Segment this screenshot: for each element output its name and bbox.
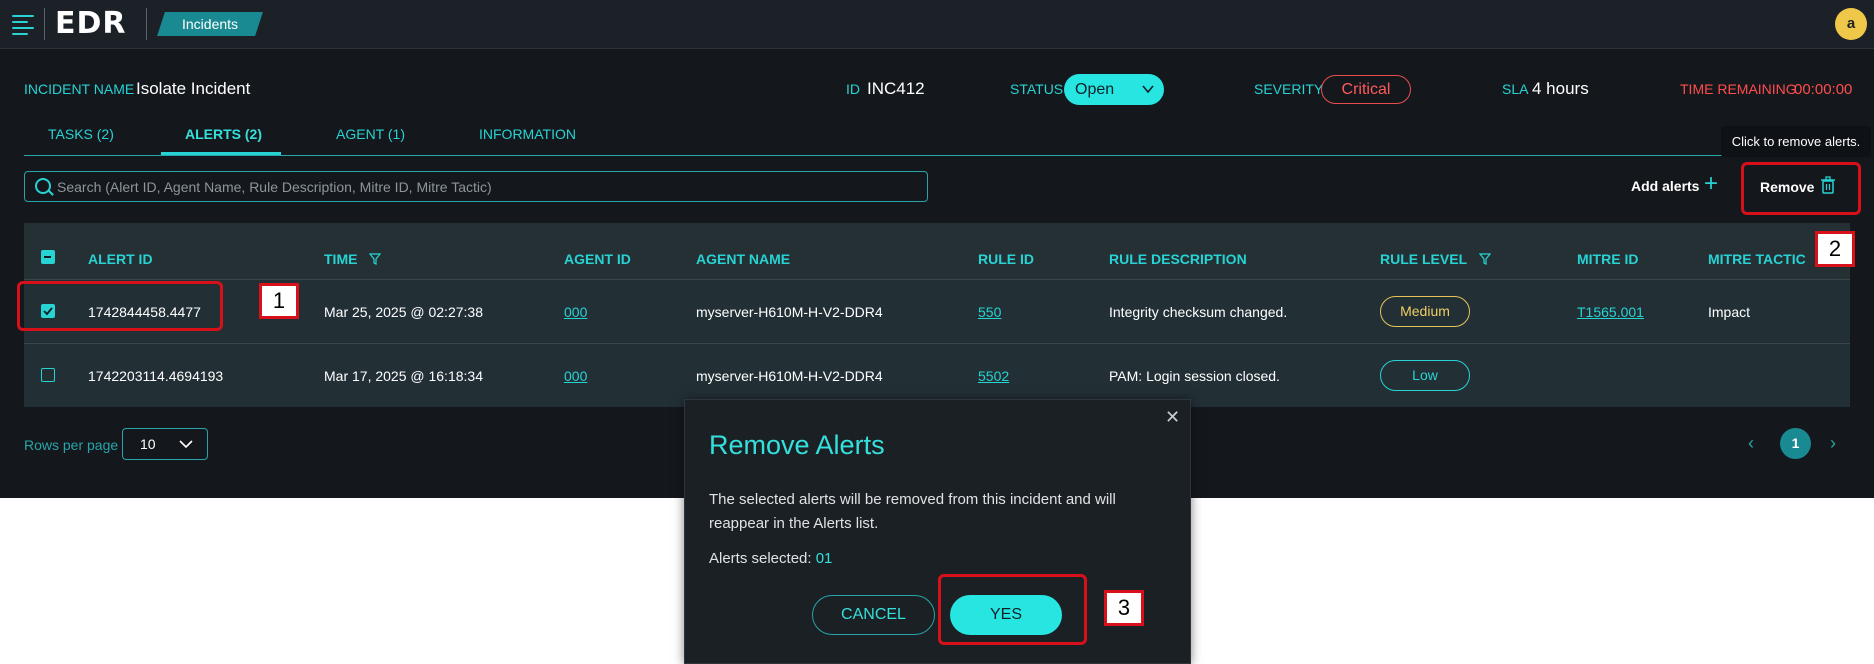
incident-name: Isolate Incident xyxy=(136,79,251,98)
agent-id-link[interactable]: 000 xyxy=(564,368,587,384)
alert-id: 1742203114.4694193 xyxy=(88,368,224,384)
logo-divider xyxy=(44,8,45,40)
status-label: STATUS xyxy=(1010,81,1064,97)
time-remaining-label: TIME REMAINING xyxy=(1680,81,1797,97)
header-time[interactable]: TIME xyxy=(324,251,382,267)
incident-id-label: ID xyxy=(846,81,860,97)
status-dropdown[interactable]: Open xyxy=(1064,74,1164,105)
table-row[interactable]: 1742203114.4694193 Mar 17, 2025 @ 16:18:… xyxy=(24,343,1850,407)
mitre-tactic: Impact xyxy=(1708,304,1751,320)
header-rule-level[interactable]: RULE LEVEL xyxy=(1380,251,1491,267)
tab-alerts[interactable]: ALERTS (2) xyxy=(185,126,262,142)
incident-id: INC412 xyxy=(867,79,925,98)
agent-name: myserver-H610M-H-V2-DDR4 xyxy=(696,368,883,384)
chevron-down-icon xyxy=(179,429,193,469)
top-bar: EDR Incidents a xyxy=(0,0,1874,49)
rows-per-page-label: Rows per page xyxy=(24,437,119,453)
header-agent-name: AGENT NAME xyxy=(696,251,791,267)
tab-tasks[interactable]: TASKS (2) xyxy=(48,126,114,142)
search-box xyxy=(24,171,928,202)
filter-icon[interactable] xyxy=(1478,253,1491,265)
severity-badge: Critical xyxy=(1321,75,1411,104)
search-icon xyxy=(35,178,51,194)
sla-value: 4 hours xyxy=(1532,79,1589,98)
highlight-remove-button xyxy=(1741,162,1861,215)
breadcrumb-incidents[interactable]: Incidents xyxy=(157,12,263,36)
alert-time: Mar 17, 2025 @ 16:18:34 xyxy=(324,368,483,384)
tab-information[interactable]: INFORMATION xyxy=(479,126,576,142)
chevron-down-icon xyxy=(1142,74,1154,117)
alerts-selected-label: Alerts selected: xyxy=(709,550,812,567)
logo: EDR xyxy=(55,6,127,41)
step-number-2: 2 xyxy=(1815,231,1855,267)
severity-label: SEVERITY xyxy=(1254,81,1324,97)
alerts-selected: Alerts selected: 01 xyxy=(709,550,832,567)
rule-description: Integrity checksum changed. xyxy=(1109,304,1288,320)
header-rule-description: RULE DESCRIPTION xyxy=(1109,251,1247,267)
rows-per-page-select[interactable]: 10 xyxy=(122,428,208,460)
rule-description: PAM: Login session closed. xyxy=(1109,368,1280,384)
rule-id-link[interactable]: 550 xyxy=(978,304,1001,320)
rule-id-link[interactable]: 5502 xyxy=(978,368,1009,384)
status-value: Open xyxy=(1075,81,1115,98)
step-number-3: 3 xyxy=(1104,590,1144,626)
next-page-icon[interactable]: › xyxy=(1830,433,1836,454)
dialog-title: Remove Alerts xyxy=(709,430,885,460)
close-icon[interactable]: ✕ xyxy=(1165,407,1180,428)
rule-level-badge: Low xyxy=(1380,360,1470,391)
highlight-yes-button xyxy=(938,574,1087,645)
agent-name: myserver-H610M-H-V2-DDR4 xyxy=(696,304,883,320)
tab-bar: TASKS (2) ALERTS (2) AGENT (1) INFORMATI… xyxy=(24,118,1850,156)
time-remaining-value: 00:00:00 xyxy=(1794,81,1853,98)
row-checkbox[interactable] xyxy=(41,368,55,382)
active-tab-indicator xyxy=(161,152,281,155)
menu-icon[interactable] xyxy=(12,13,36,35)
plus-icon[interactable]: + xyxy=(1704,170,1718,198)
search-input[interactable] xyxy=(57,172,917,201)
header-alert-id: ALERT ID xyxy=(88,251,153,267)
prev-page-icon[interactable]: ‹ xyxy=(1748,433,1754,454)
header-rule-id: RULE ID xyxy=(978,251,1034,267)
dialog-message: The selected alerts will be removed from… xyxy=(709,491,1116,532)
header-mitre-tactic: MITRE TACTIC xyxy=(1708,251,1806,267)
logo-divider xyxy=(146,8,147,40)
alerts-selected-count: 01 xyxy=(815,550,833,567)
add-alerts-button[interactable]: Add alerts xyxy=(1631,178,1699,194)
agent-id-link[interactable]: 000 xyxy=(564,304,587,320)
header-mitre-id: MITRE ID xyxy=(1577,251,1639,267)
mitre-id-link[interactable]: T1565.001 xyxy=(1577,304,1644,320)
alert-time: Mar 25, 2025 @ 02:27:38 xyxy=(324,304,483,320)
rule-level-badge: Medium xyxy=(1380,296,1470,327)
tab-agent[interactable]: AGENT (1) xyxy=(336,126,405,142)
avatar[interactable]: a xyxy=(1835,8,1867,40)
select-all-checkbox[interactable] xyxy=(41,250,55,264)
step-number-1: 1 xyxy=(259,283,299,319)
remove-tooltip: Click to remove alerts. xyxy=(1721,126,1871,157)
current-page[interactable]: 1 xyxy=(1780,428,1811,459)
incident-name-label: INCIDENT NAME xyxy=(24,81,135,97)
highlight-selected-row xyxy=(17,281,223,331)
header-agent-id: AGENT ID xyxy=(564,251,631,267)
filter-icon[interactable] xyxy=(369,253,382,265)
sla-label: SLA xyxy=(1502,81,1529,97)
cancel-button[interactable]: CANCEL xyxy=(812,595,935,635)
rows-per-page-value: 10 xyxy=(140,436,156,452)
table-header: ALERT ID TIME AGENT ID AGENT NAME RULE I… xyxy=(24,223,1850,279)
